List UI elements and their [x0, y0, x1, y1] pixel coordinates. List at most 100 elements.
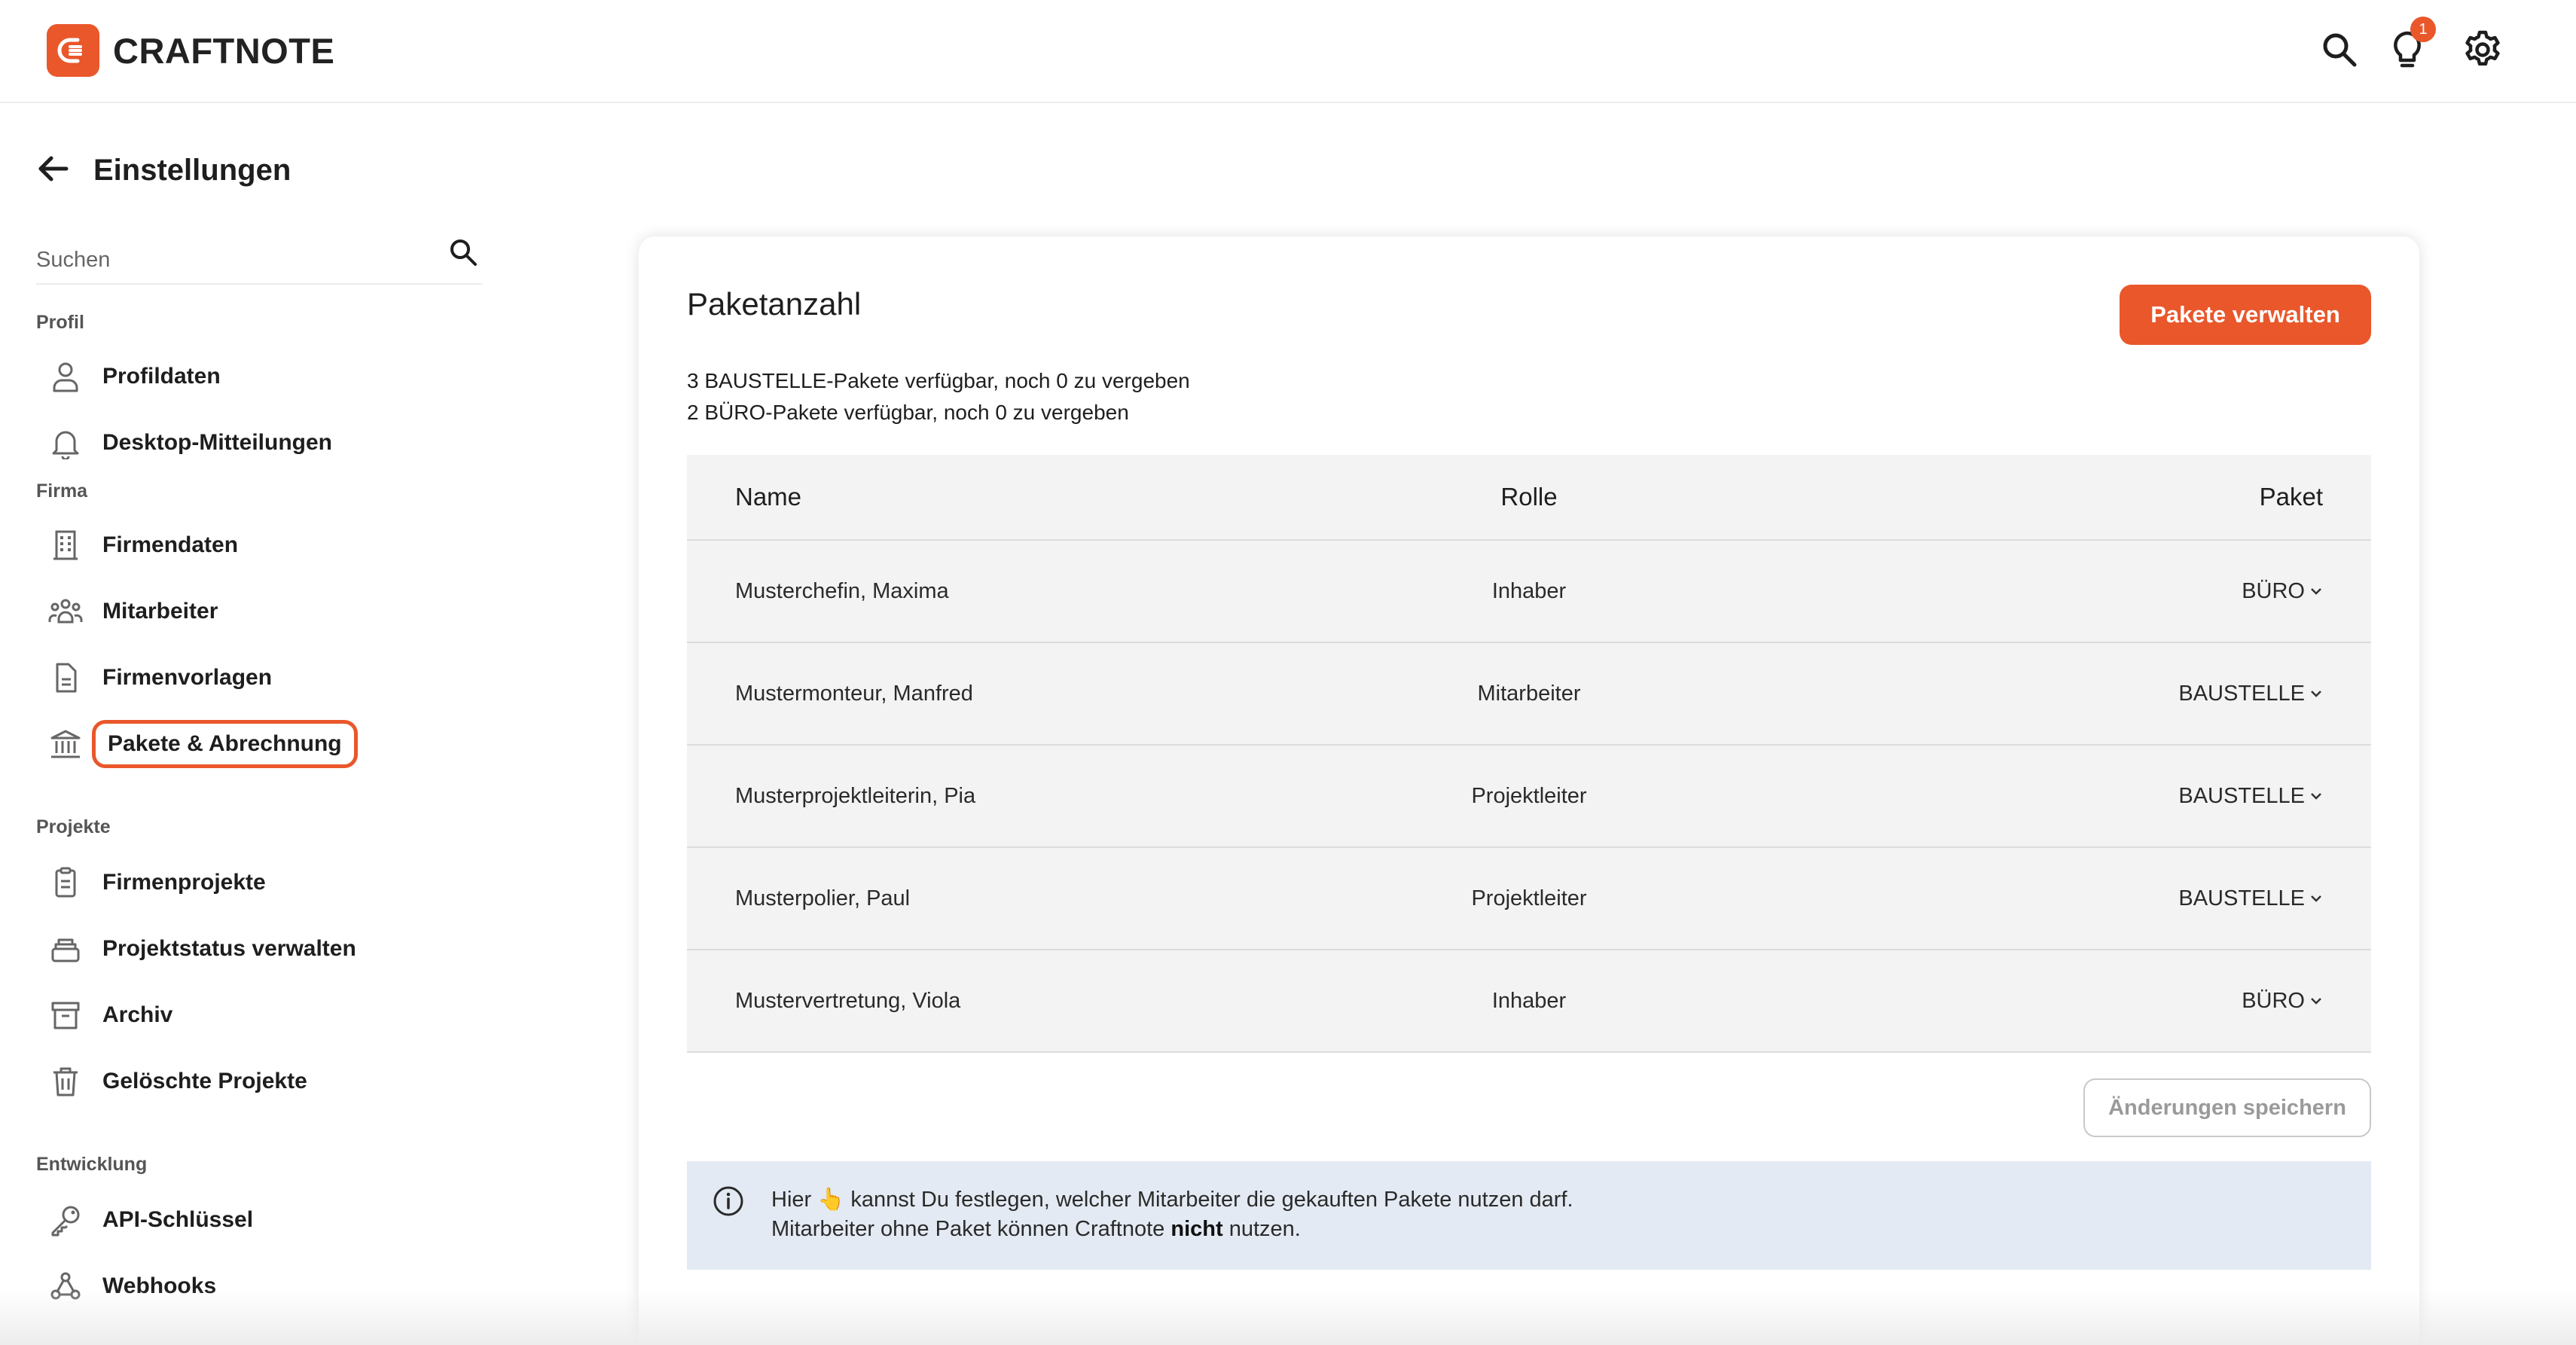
info-icon — [711, 1184, 746, 1218]
section-label-firma: Firma — [36, 480, 88, 502]
availability-buero: 2 BÜRO-Pakete verfügbar, noch 0 zu verge… — [687, 401, 1129, 424]
row-role: Projektleiter — [1471, 886, 1587, 910]
key-icon — [47, 1201, 84, 1239]
clipboard-icon — [47, 864, 84, 901]
sidebar-item-label: API-Schlüssel — [102, 1207, 254, 1232]
package-select[interactable]: BÜRO — [2242, 579, 2323, 604]
chevron-down-icon — [2311, 895, 2321, 902]
sidebar-item-label: Projektstatus verwalten — [102, 936, 356, 961]
back-arrow-icon[interactable] — [36, 155, 69, 186]
sidebar-item-mitarbeiter[interactable]: Mitarbeiter — [47, 589, 218, 634]
sidebar-item-label: Webhooks — [102, 1273, 217, 1298]
craftnote-logo-icon — [47, 24, 99, 77]
notification-badge: 1 — [2410, 17, 2436, 42]
sidebar-item-label: Firmenvorlagen — [102, 665, 273, 690]
sidebar-item-firmenprojekte[interactable]: Firmenprojekte — [47, 860, 266, 905]
info-line-2-start: Mitarbeiter ohne Paket können Craftnote — [771, 1217, 1171, 1241]
chevron-down-icon — [2311, 691, 2321, 697]
sidebar-item-label: Mitarbeiter — [102, 599, 218, 624]
gear-icon[interactable] — [2460, 27, 2505, 72]
row-role: Mitarbeiter — [1477, 681, 1581, 706]
header-role: Rolle — [1500, 483, 1558, 511]
settings-header: Einstellungen — [36, 149, 291, 191]
table-row: Mustervertretung, Viola Inhaber BÜRO — [687, 950, 2371, 1053]
trash-icon — [47, 1063, 84, 1100]
bell-icon — [47, 424, 84, 462]
section-label-projekte: Projekte — [36, 816, 111, 837]
info-line-2: Mitarbeiter ohne Paket können Craftnote … — [771, 1217, 1301, 1242]
package-select[interactable]: BAUSTELLE — [2178, 784, 2323, 809]
section-label-entwicklung: Entwicklung — [36, 1154, 148, 1175]
info-line-1: Hier 👆 kannst Du festlegen, welcher Mita… — [771, 1188, 1573, 1212]
table-row: Mustermonteur, Manfred Mitarbeiter BAUST… — [687, 643, 2371, 746]
package-value: BÜRO — [2242, 988, 2305, 1013]
package-value: BAUSTELLE — [2178, 886, 2305, 910]
table-header: Name Rolle Paket — [687, 455, 2371, 541]
table-row: Musterprojektleiterin, Pia Projektleiter… — [687, 746, 2371, 848]
app-name: CRAFTNOTE — [113, 30, 335, 71]
save-changes-button[interactable]: Änderungen speichern — [2083, 1078, 2371, 1137]
sidebar-item-desktop-mitteilungen[interactable]: Desktop-Mitteilungen — [47, 420, 332, 465]
table-row: Musterpolier, Paul Projektleiter BAUSTEL… — [687, 848, 2371, 950]
sidebar-search — [36, 226, 482, 285]
sidebar-item-api-schluessel[interactable]: API-Schlüssel — [47, 1197, 253, 1243]
webhook-icon — [47, 1267, 84, 1305]
row-role: Projektleiter — [1471, 783, 1587, 808]
sidebar-item-label: Desktop-Mitteilungen — [102, 430, 332, 455]
search-input[interactable] — [36, 241, 428, 279]
sidebar-item-pakete-abrechnung[interactable]: Pakete & Abrechnung — [47, 720, 358, 768]
packages-table: Name Rolle Paket Musterchefin, Maxima In… — [687, 455, 2371, 1053]
archive-icon — [47, 996, 84, 1034]
stack-icon — [47, 930, 84, 968]
package-value: BÜRO — [2242, 578, 2305, 603]
header-package: Paket — [2259, 483, 2323, 511]
bank-icon — [47, 725, 84, 763]
sidebar-item-label: Pakete & Abrechnung — [92, 720, 358, 768]
sidebar-item-label: Profildaten — [102, 364, 221, 389]
table-row: Musterchefin, Maxima Inhaber BÜRO — [687, 541, 2371, 643]
chevron-down-icon — [2311, 998, 2321, 1005]
document-icon — [47, 659, 84, 697]
search-icon[interactable] — [444, 233, 482, 271]
card-title: Paketanzahl — [687, 286, 862, 322]
app-logo[interactable]: CRAFTNOTE — [47, 24, 334, 77]
sidebar-item-profildaten[interactable]: Profildaten — [47, 354, 221, 399]
chevron-down-icon — [2311, 793, 2321, 800]
team-icon — [47, 593, 84, 630]
row-role: Inhaber — [1491, 578, 1567, 603]
row-name: Mustervertretung, Viola — [735, 988, 961, 1013]
package-value: BAUSTELLE — [2178, 681, 2305, 706]
building-icon — [47, 526, 84, 564]
sidebar-item-archiv[interactable]: Archiv — [47, 993, 172, 1038]
sidebar-item-projektstatus[interactable]: Projektstatus verwalten — [47, 926, 356, 971]
packages-card: Paketanzahl Pakete verwalten 3 BAUSTELLE… — [639, 236, 2419, 1345]
sidebar-item-label: Firmendaten — [102, 532, 239, 557]
top-bar: CRAFTNOTE 1 — [0, 0, 2576, 103]
row-name: Musterprojektleiterin, Pia — [735, 783, 976, 808]
row-role: Inhaber — [1491, 988, 1567, 1013]
person-icon — [47, 358, 84, 395]
lightbulb-icon[interactable]: 1 — [2385, 17, 2436, 72]
package-value: BAUSTELLE — [2178, 783, 2305, 808]
page-title: Einstellungen — [93, 153, 291, 187]
package-select[interactable]: BAUSTELLE — [2178, 682, 2323, 706]
sidebar-item-label: Gelöschte Projekte — [102, 1069, 307, 1093]
sidebar-item-label: Firmenprojekte — [102, 870, 266, 895]
row-name: Mustermonteur, Manfred — [735, 681, 973, 706]
sidebar-item-firmenvorlagen[interactable]: Firmenvorlagen — [47, 655, 272, 700]
manage-packages-button[interactable]: Pakete verwalten — [2120, 285, 2371, 345]
search-icon[interactable] — [2317, 27, 2362, 72]
row-name: Musterpolier, Paul — [735, 886, 911, 910]
info-line-2-end: nutzen. — [1222, 1217, 1301, 1241]
package-select[interactable]: BAUSTELLE — [2178, 886, 2323, 911]
chevron-down-icon — [2311, 588, 2321, 595]
sidebar-item-firmendaten[interactable]: Firmendaten — [47, 523, 238, 568]
header-name: Name — [735, 483, 802, 511]
package-select[interactable]: BÜRO — [2242, 989, 2323, 1014]
row-name: Musterchefin, Maxima — [735, 578, 949, 603]
info-line-2-bold: nicht — [1170, 1217, 1223, 1241]
sidebar-item-geloeschte-projekte[interactable]: Gelöschte Projekte — [47, 1059, 307, 1104]
info-box: Hier 👆 kannst Du festlegen, welcher Mita… — [687, 1161, 2371, 1270]
sidebar-item-webhooks[interactable]: Webhooks — [47, 1264, 216, 1309]
availability-baustelle: 3 BAUSTELLE-Pakete verfügbar, noch 0 zu … — [687, 369, 1190, 392]
